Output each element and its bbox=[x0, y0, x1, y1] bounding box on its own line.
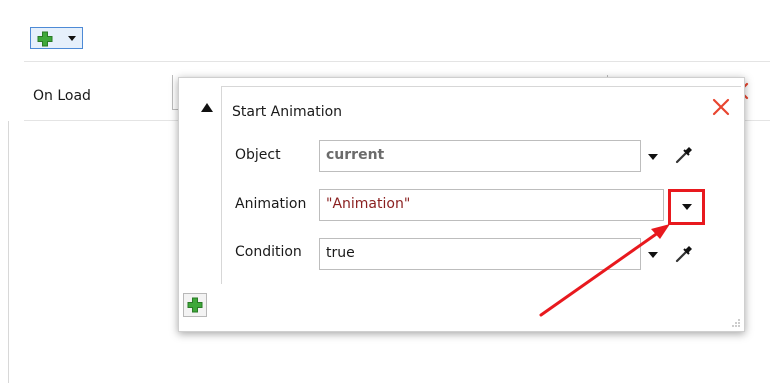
green-plus-icon bbox=[37, 31, 53, 47]
animation-field[interactable]: "Animation" bbox=[319, 189, 664, 221]
object-value: current bbox=[326, 147, 385, 163]
green-plus-icon bbox=[187, 297, 203, 313]
divider bbox=[24, 61, 770, 62]
chevron-down-icon bbox=[68, 36, 76, 41]
object-field[interactable]: current bbox=[319, 140, 641, 172]
triangle-up-icon[interactable] bbox=[201, 103, 213, 112]
chevron-down-icon bbox=[682, 204, 692, 210]
chevron-down-icon[interactable] bbox=[648, 252, 658, 258]
close-icon[interactable] bbox=[710, 96, 732, 118]
animation-label: Animation bbox=[235, 196, 307, 212]
animation-dropdown-button[interactable] bbox=[668, 189, 705, 225]
eyedropper-icon[interactable] bbox=[674, 244, 694, 264]
eyedropper-icon[interactable] bbox=[674, 145, 694, 165]
condition-field[interactable]: true bbox=[319, 238, 641, 270]
condition-value: true bbox=[326, 245, 355, 261]
condition-label: Condition bbox=[235, 244, 302, 260]
add-action-button[interactable] bbox=[183, 293, 207, 317]
object-label: Object bbox=[235, 147, 281, 163]
resize-grip-icon[interactable] bbox=[729, 317, 741, 329]
chevron-down-icon[interactable] bbox=[648, 154, 658, 160]
trigger-label: On Load bbox=[33, 88, 91, 104]
animation-value: "Animation" bbox=[326, 196, 411, 212]
left-border bbox=[8, 121, 9, 383]
action-title: Start Animation bbox=[232, 104, 343, 120]
add-trigger-menu-button[interactable] bbox=[30, 27, 83, 49]
